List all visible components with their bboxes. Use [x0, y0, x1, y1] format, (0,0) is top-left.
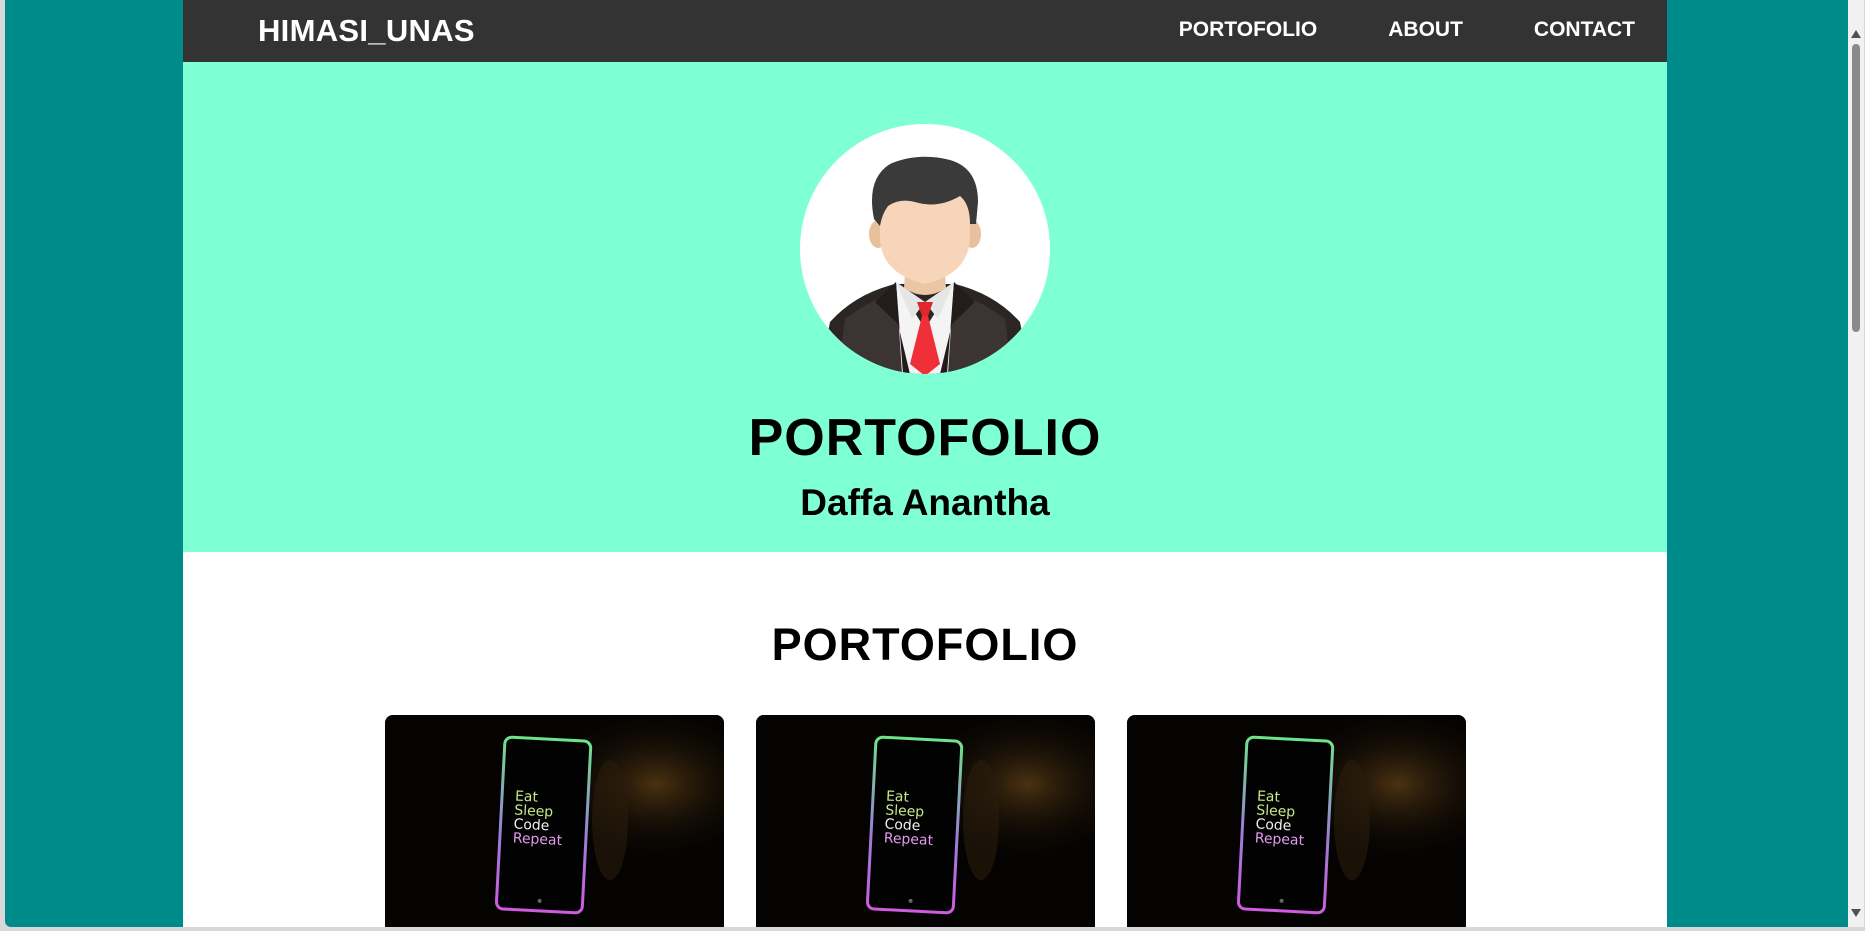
- businessman-avatar-icon: [800, 124, 1050, 374]
- navbar: HIMASI_UNAS PORTOFOLIO ABOUT CONTACT: [183, 0, 1667, 62]
- card-image-text: Repeat: [1254, 830, 1305, 849]
- portfolio-card[interactable]: Eat Sleep Code Repeat: [385, 715, 724, 927]
- phone-image: Eat Sleep Code Repeat: [385, 715, 724, 927]
- card-image-text: Repeat: [883, 830, 934, 849]
- portfolio-card[interactable]: Eat Sleep Code Repeat: [756, 715, 1095, 927]
- nav-link-contact[interactable]: CONTACT: [1534, 18, 1635, 42]
- hero-title: PORTOFOLIO: [748, 409, 1102, 467]
- scroll-up-icon[interactable]: [1851, 30, 1861, 38]
- hero-subtitle: Daffa Anantha: [800, 482, 1050, 523]
- card-image-text: Repeat: [512, 830, 563, 849]
- scrollbar-thumb[interactable]: [1852, 44, 1860, 332]
- nav-link-about[interactable]: ABOUT: [1388, 18, 1463, 42]
- phone-image: Eat Sleep Code Repeat: [756, 715, 1095, 927]
- scroll-down-icon[interactable]: [1851, 909, 1861, 917]
- phone-image: Eat Sleep Code Repeat: [1127, 715, 1466, 927]
- nav-link-portofolio[interactable]: PORTOFOLIO: [1179, 18, 1317, 42]
- vertical-scrollbar[interactable]: [1848, 0, 1864, 927]
- portfolio-card[interactable]: Eat Sleep Code Repeat: [1127, 715, 1466, 927]
- portfolio-section-title: PORTOFOLIO: [771, 619, 1079, 670]
- hero-section: PORTOFOLIO Daffa Anantha: [183, 62, 1667, 552]
- page-container: HIMASI_UNAS PORTOFOLIO ABOUT CONTACT POR…: [183, 0, 1667, 927]
- avatar: [800, 124, 1050, 374]
- nav-links: PORTOFOLIO ABOUT CONTACT: [1179, 0, 1635, 62]
- brand-link[interactable]: HIMASI_UNAS: [258, 14, 475, 48]
- browser-viewport: HIMASI_UNAS PORTOFOLIO ABOUT CONTACT POR…: [5, 0, 1848, 927]
- portfolio-cards: Eat Sleep Code Repeat Eat Sleep Code Rep…: [385, 715, 1466, 927]
